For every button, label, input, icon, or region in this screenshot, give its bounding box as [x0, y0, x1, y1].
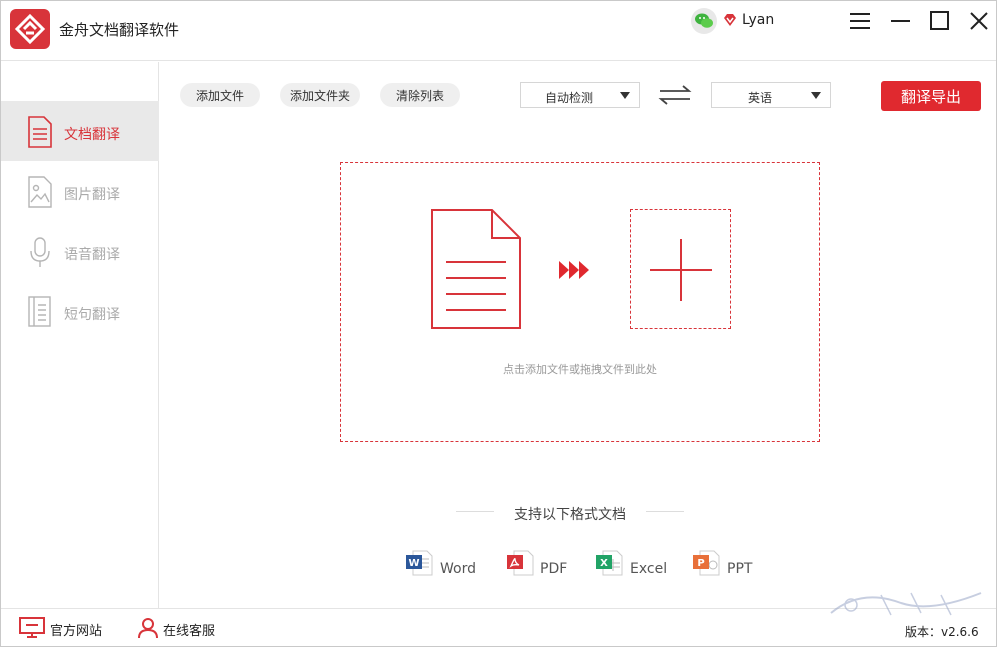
sidebar-item-label: 图片翻译: [64, 187, 120, 203]
microphone-icon: [27, 236, 53, 272]
app-window: 金舟文档翻译软件 Lyan 文档翻译 图片翻译 语音翻译 短句翻译 添加文件 添…: [0, 0, 997, 647]
source-language-select[interactable]: 自动检测: [520, 82, 640, 108]
sidebar-item-label: 文档翻译: [64, 127, 120, 143]
svg-text:W: W: [408, 558, 419, 569]
pdf-icon: [506, 549, 534, 581]
target-language-select[interactable]: 英语: [711, 82, 831, 108]
clear-list-button[interactable]: 清除列表: [380, 83, 460, 107]
file-drop-zone[interactable]: 点击添加文件或拖拽文件到此处: [340, 162, 820, 442]
format-name: Excel: [630, 561, 668, 577]
title-bar: 金舟文档翻译软件 Lyan: [1, 1, 996, 61]
official-website-link[interactable]: 官方网站: [50, 620, 102, 639]
wechat-icon[interactable]: [691, 8, 717, 34]
chevron-down-icon: [811, 92, 821, 99]
sidebar-item-sentence-translate[interactable]: 短句翻译: [1, 281, 159, 341]
format-name: PPT: [727, 561, 753, 577]
username[interactable]: Lyan: [742, 12, 774, 28]
divider: [646, 511, 684, 512]
image-icon: [27, 176, 53, 212]
translate-export-button[interactable]: 翻译导出: [881, 81, 981, 111]
document-icon: [27, 116, 53, 152]
online-support-link[interactable]: 在线客服: [163, 620, 215, 639]
monitor-icon[interactable]: [19, 617, 45, 643]
document-illustration-icon: [430, 208, 522, 334]
app-title: 金舟文档翻译软件: [59, 21, 180, 39]
format-word: W Word: [405, 549, 485, 579]
format-name: PDF: [540, 561, 568, 577]
drop-hint-text: 点击添加文件或拖拽文件到此处: [503, 363, 657, 376]
add-folder-button[interactable]: 添加文件夹: [280, 83, 360, 107]
sidebar-item-label: 语音翻译: [64, 247, 120, 263]
plus-icon: [650, 239, 712, 301]
watermark-logo: [821, 583, 991, 627]
forward-arrows-icon: [558, 259, 592, 285]
excel-icon: X: [595, 549, 623, 581]
sidebar-item-document-translate[interactable]: 文档翻译: [1, 101, 159, 161]
format-ppt: P PPT: [692, 549, 757, 579]
swap-languages-icon[interactable]: [658, 84, 692, 110]
add-file-box[interactable]: [630, 209, 731, 329]
close-icon[interactable]: [967, 9, 991, 33]
target-language-value: 英语: [747, 91, 772, 105]
vip-diamond-icon: [723, 13, 737, 31]
menu-icon[interactable]: [848, 9, 872, 33]
source-language-value: 自动检测: [544, 91, 593, 105]
maximize-icon[interactable]: [928, 9, 952, 33]
minimize-icon[interactable]: [889, 9, 913, 33]
formats-heading: 支持以下格式文档: [456, 504, 684, 523]
sidebar-item-label: 短句翻译: [64, 307, 120, 323]
add-file-button[interactable]: 添加文件: [180, 83, 260, 107]
sidebar-item-voice-translate[interactable]: 语音翻译: [1, 221, 159, 281]
text-document-icon: [27, 296, 53, 332]
format-pdf: PDF: [506, 549, 576, 579]
sidebar-item-image-translate[interactable]: 图片翻译: [1, 161, 159, 221]
customer-service-icon[interactable]: [137, 617, 159, 643]
formats-title: 支持以下格式文档: [514, 507, 626, 523]
app-logo: [10, 9, 50, 49]
svg-text:P: P: [697, 558, 704, 569]
sidebar: 文档翻译 图片翻译 语音翻译 短句翻译: [1, 62, 159, 608]
format-name: Word: [440, 561, 476, 577]
format-excel: X Excel: [595, 549, 670, 579]
word-icon: W: [405, 549, 433, 581]
chevron-down-icon: [620, 92, 630, 99]
svg-text:X: X: [600, 558, 608, 569]
ppt-icon: P: [692, 549, 720, 581]
